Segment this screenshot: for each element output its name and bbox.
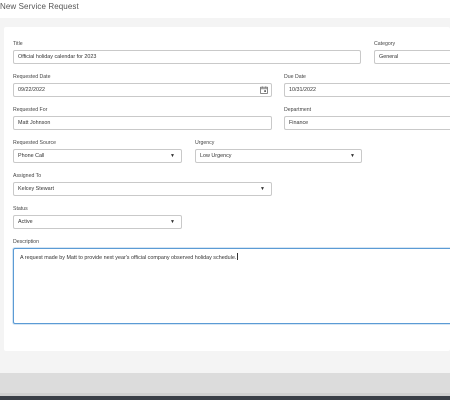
status-label: Status	[13, 206, 28, 212]
title-value: Official holiday calendar for 2023	[18, 54, 97, 60]
urgency-select[interactable]: Low Urgency ▼	[195, 149, 362, 163]
due-date-input[interactable]: 10/31/2022	[284, 83, 450, 97]
calendar-icon[interactable]	[260, 86, 268, 94]
urgency-value: Low Urgency	[200, 153, 232, 159]
requested-date-value: 09/22/2022	[18, 87, 45, 93]
category-select[interactable]: General	[374, 50, 450, 64]
requested-for-value: Matt Johnson	[18, 120, 51, 126]
department-value: Finance	[289, 120, 309, 126]
chevron-down-icon: ▼	[260, 186, 265, 192]
description-text-line: A request made by Matt to provide next y…	[20, 253, 238, 261]
page-title: New Service Request	[0, 2, 79, 11]
title-input[interactable]: Official holiday calendar for 2023	[13, 50, 361, 64]
requested-date-label: Requested Date	[13, 74, 51, 80]
description-textarea[interactable]: A request made by Matt to provide next y…	[13, 248, 450, 324]
description-label: Description	[13, 239, 39, 245]
description-value: A request made by Matt to provide next y…	[20, 255, 237, 261]
chevron-down-icon: ▼	[170, 153, 175, 159]
urgency-label: Urgency	[195, 140, 215, 146]
category-value: General	[379, 54, 399, 60]
requested-for-input[interactable]: Matt Johnson	[13, 116, 272, 130]
chevron-down-icon: ▼	[350, 153, 355, 159]
taskbar-strip	[0, 396, 450, 400]
assigned-to-label: Assigned To	[13, 173, 42, 179]
status-select[interactable]: Active ▼	[13, 215, 182, 229]
department-label: Department	[284, 107, 312, 113]
chevron-down-icon: ▼	[170, 219, 175, 225]
requested-date-input[interactable]: 09/22/2022	[13, 83, 272, 97]
requested-for-label: Requested For	[13, 107, 48, 113]
assigned-to-select[interactable]: Kelcey Stewart ▼	[13, 182, 272, 196]
category-label: Category	[374, 41, 396, 47]
department-input[interactable]: Finance	[284, 116, 450, 130]
status-value: Active	[18, 219, 33, 225]
requested-source-value: Phone Call	[18, 153, 45, 159]
title-label: Title	[13, 41, 23, 47]
requested-source-label: Requested Source	[13, 140, 56, 146]
requested-source-select[interactable]: Phone Call ▼	[13, 149, 182, 163]
assigned-to-value: Kelcey Stewart	[18, 186, 54, 192]
due-date-label: Due Date	[284, 74, 306, 80]
page-header: New Service Request	[0, 0, 450, 18]
due-date-value: 10/31/2022	[289, 87, 316, 93]
text-cursor	[236, 253, 238, 260]
